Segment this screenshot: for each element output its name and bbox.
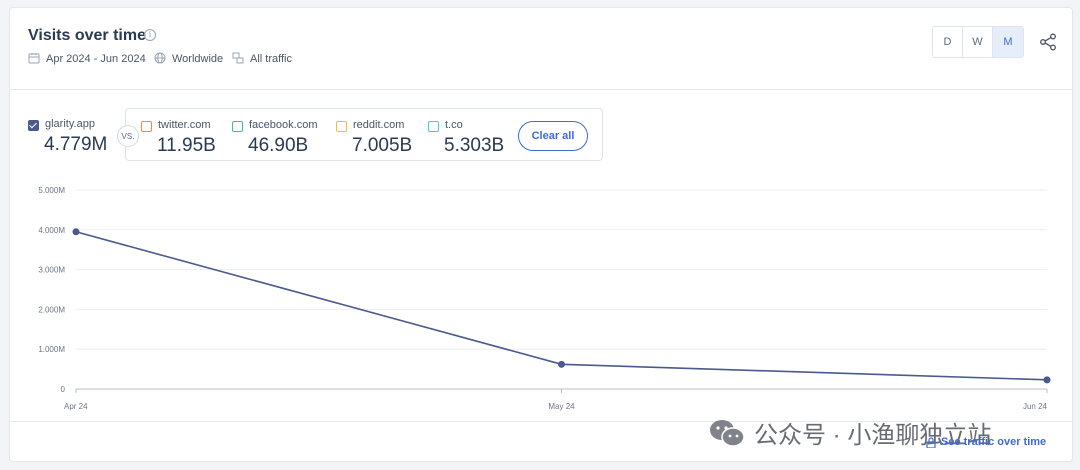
series-line	[75, 231, 1048, 381]
vs-badge: VS.	[117, 125, 139, 147]
see-traffic-label: See traffic over time	[941, 436, 1047, 448]
visits-over-time-card: Visits over time i Apr 2024 - Jun 2024 W…	[9, 7, 1073, 462]
lock-icon	[926, 436, 936, 448]
y-tick-label: 0	[61, 385, 66, 394]
y-tick-label: 5.000M	[38, 186, 65, 195]
y-tick-label: 2.000M	[38, 305, 65, 314]
data-point	[72, 228, 80, 236]
x-tick-label: Apr 24	[64, 402, 88, 411]
see-traffic-link[interactable]: See traffic over time	[926, 436, 1046, 448]
y-tick-label: 4.000M	[38, 226, 65, 235]
data-point	[1043, 376, 1051, 384]
x-tick-label: Jun 24	[1023, 402, 1048, 411]
y-tick-label: 3.000M	[38, 266, 65, 275]
visits-line-chart: 0 1.000M 2.000M 3.000M 4.000M 5.000M Apr 24 May…	[38, 186, 1051, 411]
x-tick-label: May 24	[548, 402, 575, 411]
data-point	[558, 360, 565, 368]
y-tick-label: 1.000M	[38, 345, 65, 354]
wechat-icon	[710, 419, 745, 447]
